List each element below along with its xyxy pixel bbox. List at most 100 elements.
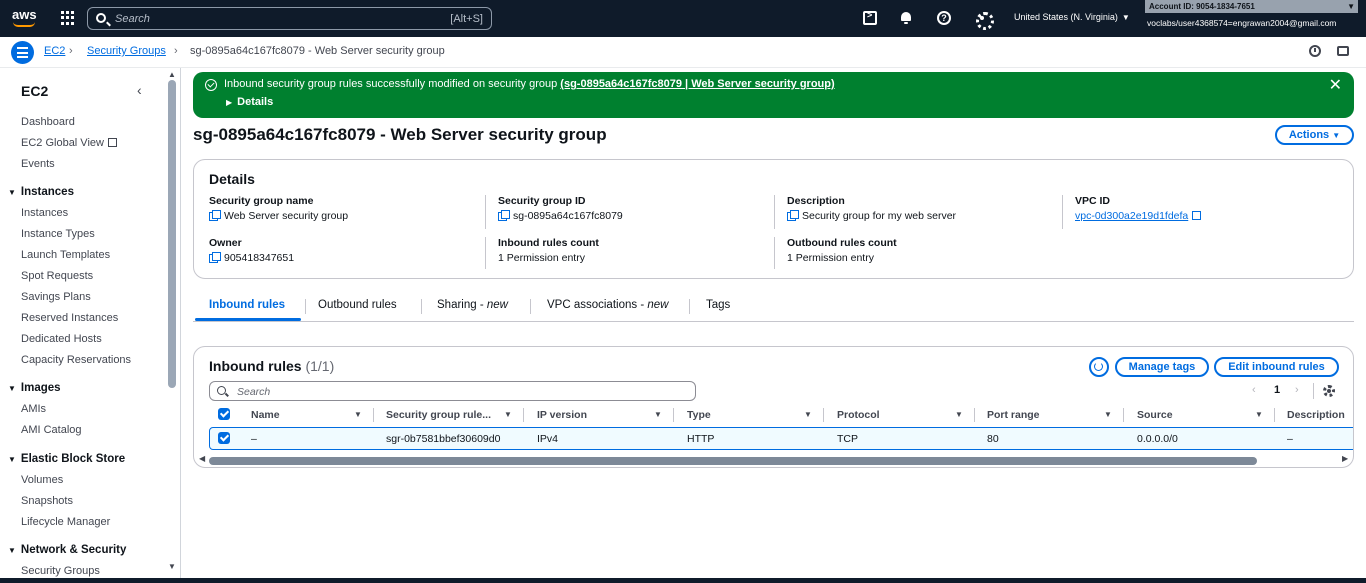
scroll-up-icon[interactable]: ▲ bbox=[168, 70, 176, 79]
section-heading: Instances bbox=[20, 186, 74, 198]
description-field: Description Security group for my web se… bbox=[787, 195, 956, 222]
scroll-right-icon[interactable]: ▶ bbox=[1342, 454, 1348, 463]
column-header-protocol[interactable]: Protocol bbox=[837, 409, 880, 421]
sidebar-item-launch-templates[interactable]: Launch Templates bbox=[21, 249, 110, 261]
help-icon[interactable]: ? bbox=[937, 11, 951, 25]
sort-icon[interactable]: ▼ bbox=[1104, 410, 1112, 419]
copy-icon[interactable] bbox=[209, 252, 221, 263]
cell-rule-id: sgr-0b7581bbef30609d0 bbox=[386, 433, 501, 445]
cell-source: 0.0.0.0/0 bbox=[1137, 433, 1178, 445]
column-header-description[interactable]: Description bbox=[1287, 409, 1345, 421]
sidebar-section-ebs[interactable]: ▼ Elastic Block Store bbox=[8, 453, 125, 465]
column-header-name[interactable]: Name bbox=[251, 409, 280, 421]
table-row[interactable] bbox=[209, 427, 1353, 450]
copy-icon[interactable] bbox=[498, 210, 510, 221]
breadcrumb-security-groups[interactable]: Security Groups bbox=[87, 45, 166, 57]
field-label: Owner bbox=[209, 237, 242, 249]
sidebar-section-images[interactable]: ▼ Images bbox=[8, 382, 61, 394]
sort-icon[interactable]: ▼ bbox=[654, 410, 662, 419]
account-menu[interactable]: Account ID: 9054-1834-7651 ▼ bbox=[1145, 0, 1358, 13]
sidebar-item-spot-requests[interactable]: Spot Requests bbox=[21, 270, 93, 282]
previous-page-icon[interactable]: ‹ bbox=[1252, 384, 1256, 396]
tab-inbound-rules[interactable]: Inbound rules bbox=[209, 299, 285, 311]
select-all-checkbox[interactable] bbox=[218, 408, 230, 420]
caret-right-icon: ▶ bbox=[226, 98, 233, 107]
breadcrumb-ec2[interactable]: EC2 bbox=[44, 45, 65, 57]
sidebar-item-security-groups[interactable]: Security Groups bbox=[21, 565, 100, 577]
field-value: Web Server security group bbox=[224, 210, 349, 222]
sidebar-item-volumes[interactable]: Volumes bbox=[21, 474, 63, 486]
sidebar-item-savings-plans[interactable]: Savings Plans bbox=[21, 291, 91, 303]
sort-icon[interactable]: ▼ bbox=[1255, 410, 1263, 419]
column-header-rule-id[interactable]: Security group rule... bbox=[386, 409, 491, 421]
actions-label: Actions bbox=[1288, 129, 1330, 141]
sidebar-item-lifecycle-manager[interactable]: Lifecycle Manager bbox=[21, 516, 110, 528]
vpc-id-link[interactable]: vpc-0d300a2e19d1fdefa bbox=[1075, 210, 1188, 222]
scroll-down-icon[interactable]: ▼ bbox=[168, 562, 176, 571]
global-search-input[interactable]: Search [Alt+S] bbox=[87, 7, 492, 30]
sidebar-item-amis[interactable]: AMIs bbox=[21, 403, 46, 415]
table-settings-icon[interactable] bbox=[1323, 385, 1335, 397]
aws-logo[interactable]: aws bbox=[12, 7, 38, 29]
hamburger-menu-button[interactable] bbox=[11, 41, 34, 64]
tab-vpc-associations[interactable]: VPC associations - new bbox=[547, 299, 668, 311]
next-page-icon[interactable]: › bbox=[1295, 384, 1299, 396]
sidebar-item-dashboard[interactable]: Dashboard bbox=[21, 116, 75, 128]
screen-icon[interactable] bbox=[1337, 46, 1349, 56]
cell-type: HTTP bbox=[687, 433, 715, 445]
sg-name-field: Security group name Web Server security … bbox=[209, 195, 348, 222]
sidebar-section-network-security[interactable]: ▼ Network & Security bbox=[8, 544, 126, 556]
user-identity[interactable]: voclabs/user4368574=engrawan2004@gmail.c… bbox=[1147, 18, 1336, 28]
sidebar-item-snapshots[interactable]: Snapshots bbox=[21, 495, 73, 507]
tab-sharing[interactable]: Sharing - new bbox=[437, 299, 508, 311]
manage-tags-button[interactable]: Manage tags bbox=[1115, 357, 1209, 377]
sidebar-section-instances[interactable]: ▼ Instances bbox=[8, 186, 74, 198]
horizontal-scrollbar[interactable] bbox=[209, 457, 1257, 465]
region-selector[interactable]: United States (N. Virginia) ▼ bbox=[1014, 12, 1130, 22]
notifications-bell-icon[interactable] bbox=[899, 11, 913, 25]
copy-icon[interactable] bbox=[209, 210, 221, 221]
column-divider bbox=[1123, 408, 1124, 422]
actions-button[interactable]: Actions ▼ bbox=[1275, 125, 1354, 145]
cloudshell-icon[interactable] bbox=[863, 10, 877, 25]
tab-list: Inbound rules Outbound rules Sharing - n… bbox=[193, 294, 1354, 322]
column-header-port-range[interactable]: Port range bbox=[987, 409, 1040, 421]
scroll-left-icon[interactable]: ◀ bbox=[199, 454, 205, 463]
search-placeholder: Search bbox=[237, 386, 271, 398]
sidebar-item-capacity-reservations[interactable]: Capacity Reservations bbox=[21, 354, 131, 366]
tab-divider bbox=[421, 299, 422, 314]
sidebar-item-dedicated-hosts[interactable]: Dedicated Hosts bbox=[21, 333, 102, 345]
column-header-source[interactable]: Source bbox=[1137, 409, 1173, 421]
services-grid-icon[interactable] bbox=[61, 11, 75, 25]
sort-icon[interactable]: ▼ bbox=[354, 410, 362, 419]
sort-icon[interactable]: ▼ bbox=[955, 410, 963, 419]
sort-icon[interactable]: ▼ bbox=[504, 410, 512, 419]
copy-icon[interactable] bbox=[787, 210, 799, 221]
rules-search-input[interactable]: Search bbox=[209, 381, 696, 401]
tab-divider bbox=[305, 299, 306, 314]
sidebar-item-global-view[interactable]: EC2 Global View bbox=[21, 137, 117, 149]
flash-security-group-link[interactable]: (sg-0895a64c167fc8079 | Web Server secur… bbox=[560, 78, 834, 90]
column-header-type[interactable]: Type bbox=[687, 409, 711, 421]
tab-tags[interactable]: Tags bbox=[706, 299, 730, 311]
sidebar-item-ami-catalog[interactable]: AMI Catalog bbox=[21, 424, 82, 436]
row-checkbox[interactable] bbox=[218, 432, 230, 444]
tab-outbound-rules[interactable]: Outbound rules bbox=[318, 299, 397, 311]
collapse-sidebar-icon[interactable]: ‹ bbox=[137, 82, 142, 98]
sidebar-item-instances[interactable]: Instances bbox=[21, 207, 68, 219]
settings-gear-icon[interactable] bbox=[975, 11, 994, 30]
sort-icon[interactable]: ▼ bbox=[804, 410, 812, 419]
column-header-ip-version[interactable]: IP version bbox=[537, 409, 587, 421]
sidebar-item-reserved-instances[interactable]: Reserved Instances bbox=[21, 312, 118, 324]
flash-details-toggle[interactable]: ▶ Details bbox=[226, 96, 273, 108]
sidebar-item-events[interactable]: Events bbox=[21, 158, 55, 170]
refresh-button[interactable] bbox=[1089, 357, 1109, 377]
inbound-rules-container: Inbound rules (1/1) Manage tags Edit inb… bbox=[193, 346, 1354, 468]
sidebar-item-instance-types[interactable]: Instance Types bbox=[21, 228, 95, 240]
edit-inbound-rules-button[interactable]: Edit inbound rules bbox=[1214, 357, 1339, 377]
history-icon[interactable] bbox=[1309, 45, 1321, 57]
chevron-right-icon: › bbox=[69, 45, 73, 57]
page-number[interactable]: 1 bbox=[1274, 384, 1280, 396]
sidebar-scrollbar[interactable] bbox=[168, 80, 176, 388]
close-icon[interactable]: ✕ bbox=[1329, 75, 1342, 95]
